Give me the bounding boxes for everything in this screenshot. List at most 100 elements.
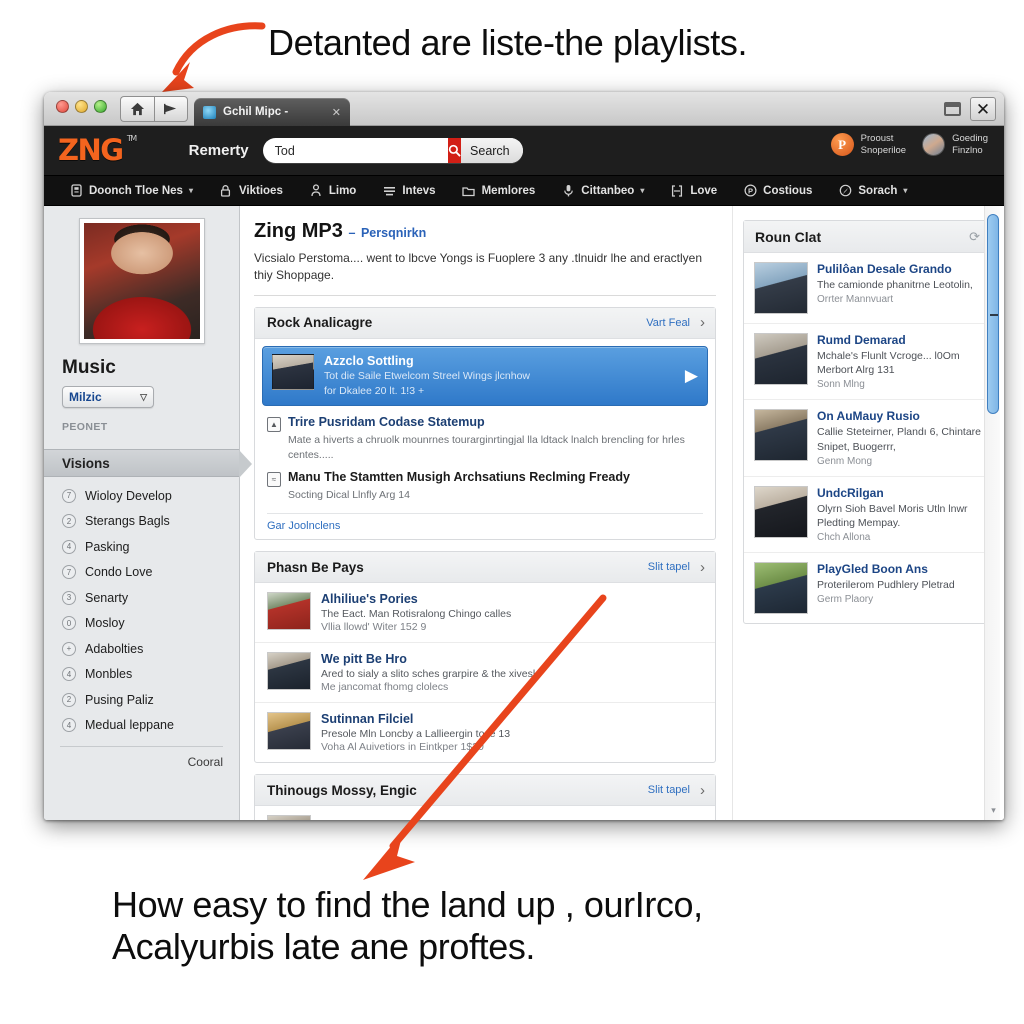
list-item[interactable]: Alhiliue's Pories The Eact. Man Rotisral… (255, 583, 715, 644)
sidebar-item-6[interactable]: + Adabolties (58, 636, 225, 662)
sidebar-item-0[interactable]: 7 Wioloy Develop (58, 483, 225, 509)
sidebar-item-label-5: Mosloy (85, 616, 125, 631)
rail-item[interactable]: UndcRilgan Olyrn Sioh Bavel Moris Utln l… (744, 477, 991, 554)
list-item[interactable]: We pitt Be Hro Ared to sialy a slito sch… (255, 643, 715, 704)
circle-number-icon-7: 4 (62, 667, 76, 682)
sidebar-item-8[interactable]: 2 Pusing Paliz (58, 687, 225, 713)
browser-tab[interactable]: Gchil Mipc - ✕ (194, 98, 350, 126)
header-accounts[interactable]: P Prooust Snoperiloe Goeding Finzlno (830, 133, 988, 157)
scroll-down-icon[interactable]: ▾ (988, 805, 999, 816)
search-button[interactable]: Search (461, 138, 523, 163)
account-product[interactable]: P Prooust Snoperiloe (830, 133, 906, 157)
zing-logo[interactable]: ZNG TM (58, 135, 137, 165)
section-header-2[interactable]: Thinougs Mossy, Engic Slit tapel › (255, 775, 715, 807)
sidebar-item-2[interactable]: 4 Pasking (58, 534, 225, 560)
nav-item-7[interactable]: P Costious (730, 184, 825, 198)
sidebar-item-5[interactable]: 0 Mosloy (58, 611, 225, 637)
rail-item[interactable]: PlayGled Boon Ans Proterilerom Pudhlery … (744, 553, 991, 623)
highlighted-row[interactable]: Azzclo Sottling Tot die Saile Etwelcom S… (262, 345, 708, 407)
browser-nav-buttons[interactable] (120, 96, 188, 122)
scrollbar-thumb[interactable] (987, 214, 999, 414)
list-title[interactable]: Alhiliue's Pories (321, 592, 703, 606)
sidebar-dropdown[interactable]: Milzic ▽ (62, 386, 154, 408)
rail-line2-4: Germ Plaory (817, 594, 874, 606)
mini-item-1[interactable]: ≈ Manu The Stamtten Musigh Archsatiuns R… (255, 468, 715, 508)
rail-title-3[interactable]: UndcRilgan (817, 486, 981, 500)
nav-label-8: Sorach (858, 184, 898, 197)
rail-line2-1: Sonn Mlng (817, 379, 865, 391)
mini-title-0[interactable]: Trire Pusridam Codase Statemup (288, 415, 485, 429)
rail-line1-1: Mchale's Flunlt Vcroge... l0Om Merbort A… (817, 350, 960, 377)
play-icon[interactable]: ▶ (685, 366, 698, 386)
page-body: Music Milzic ▽ PEONET Visions 7 Wioloy De… (44, 206, 1004, 820)
tab-close-icon[interactable]: ✕ (332, 106, 341, 119)
nav-item-4[interactable]: Memlores (449, 184, 549, 198)
nav-item-1[interactable]: Viktioes (206, 184, 296, 198)
section-more-link-1[interactable]: Slit tapel (648, 561, 690, 573)
sidebar-footer-link[interactable]: Cooral (60, 746, 223, 769)
rail-title-1[interactable]: Rumd Demarad (817, 333, 981, 347)
rail-item[interactable]: Pulilôan Desale Grando The camionde phan… (744, 253, 991, 324)
search-icon[interactable] (447, 138, 462, 163)
close-window-icon[interactable] (56, 100, 69, 113)
rail-text: PlayGled Boon Ans Proterilerom Pudhlery … (817, 562, 981, 614)
search-input[interactable] (262, 138, 448, 163)
card-footer-link-0[interactable]: Gar Joolnclens (267, 513, 703, 539)
section-header-1[interactable]: Phasn Be Pays Slit tapel › (255, 552, 715, 584)
nav-item-6[interactable]: Love (657, 184, 730, 198)
sidebar-item-9[interactable]: 4 Medual leppane (58, 713, 225, 739)
flag-icon[interactable] (154, 96, 188, 122)
window-traffic-lights[interactable] (56, 100, 107, 113)
refresh-icon[interactable]: ⟳ (969, 229, 980, 245)
account-user[interactable]: Goeding Finzlno (922, 133, 988, 157)
nav-item-0[interactable]: Doonch Tloe Nes ▾ (56, 184, 206, 198)
nav-item-5[interactable]: Cittanbeo ▾ (548, 184, 657, 198)
list-line1: Ared to sialy a slito sches grarpire & t… (321, 668, 536, 681)
account-user-line1: Goeding (952, 133, 988, 144)
tab-favicon-icon (203, 105, 216, 119)
maximize-window-icon[interactable] (94, 100, 107, 113)
sidebar-item-4[interactable]: 3 Senarty (58, 585, 225, 611)
page-scrollbar[interactable]: ▾ (984, 206, 1000, 820)
nav-item-3[interactable]: Intevs (369, 184, 448, 198)
sidebar-item-3[interactable]: 7 Condo Love (58, 560, 225, 586)
chevron-right-icon-1[interactable]: › (700, 559, 705, 576)
page-title-sub[interactable]: Persqnirkn (361, 226, 426, 240)
sidebar-item-7[interactable]: 4 Monbles (58, 662, 225, 688)
mini-title-1[interactable]: Manu The Stamtten Musigh Archsatiuns Rec… (288, 470, 630, 484)
sidebar-item-1[interactable]: 2 Sterangs Bagls (58, 509, 225, 535)
minimize-window-icon[interactable] (75, 100, 88, 113)
rail-title-2[interactable]: On AuMauy Rusio (817, 409, 981, 423)
sidebar-item-label-8: Pusing Paliz (85, 692, 154, 707)
folder-icon (462, 184, 476, 198)
main-navigation[interactable]: Doonch Tloe Nes ▾ Viktioes Limo Intevs M… (44, 176, 1004, 206)
annotation-bottom-line2: Acalyurbis late ane proftes. (112, 926, 536, 968)
rail-text: Rumd Demarad Mchale's Flunlt Vcroge... l… (817, 333, 981, 390)
window-right-controls[interactable]: ✕ (944, 97, 996, 121)
search-bar[interactable]: Search (262, 138, 523, 163)
home-icon[interactable] (120, 96, 154, 122)
rail-title-0[interactable]: Pulilôan Desale Grando (817, 262, 981, 276)
list-title[interactable]: Sutinnan Filciel (321, 712, 703, 726)
chevron-right-icon-0[interactable]: › (700, 314, 705, 331)
rail-item[interactable]: Rumd Demarad Mchale's Flunlt Vcroge... l… (744, 324, 991, 401)
chevron-right-icon-2[interactable]: › (700, 782, 705, 799)
nav-label-3: Intevs (402, 184, 436, 197)
rail-title-4[interactable]: PlayGled Boon Ans (817, 562, 981, 576)
rail-item[interactable]: On AuMauy Rusio Callie Steteirner, Pland… (744, 400, 991, 477)
list-title[interactable]: We pitt Be Hro (321, 652, 703, 666)
annotation-top-text: Detanted are liste-the playlists. (268, 22, 748, 63)
close-button[interactable]: ✕ (970, 97, 996, 121)
restore-window-icon[interactable] (944, 102, 961, 116)
list-item[interactable] (255, 806, 715, 820)
mini-item-0[interactable]: ▲ Trire Pusridam Codase Statemup Mate a … (255, 413, 715, 467)
annotation-arrow-top (162, 22, 266, 92)
list-line2: Me jancomat fhomg clolecs (321, 681, 449, 694)
section-more-link-2[interactable]: Slit tapel (648, 784, 690, 796)
sidebar-section-header[interactable]: Visions (44, 449, 252, 478)
section-more-link-0[interactable]: Vart Feal (646, 317, 690, 329)
nav-item-8[interactable]: Sorach ▾ (825, 184, 920, 198)
nav-item-2[interactable]: Limo (296, 184, 369, 198)
list-item[interactable]: Sutinnan Filciel Presole Mln Loncby a La… (255, 703, 715, 762)
section-header-0[interactable]: Rock Analicagre Vart Feal › (255, 307, 715, 339)
